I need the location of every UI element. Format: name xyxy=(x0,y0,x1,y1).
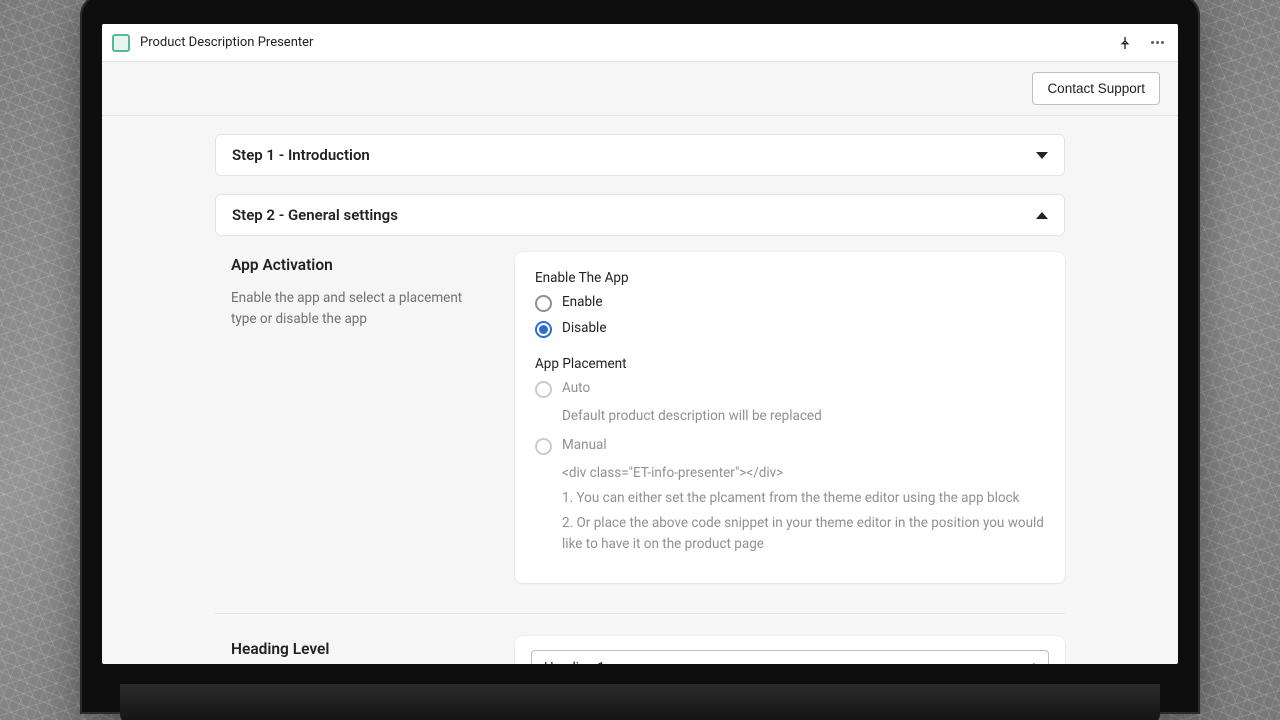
activation-description: Enable the app and select a placement ty… xyxy=(231,288,487,330)
placement-label: App Placement xyxy=(535,356,1045,372)
activation-title: App Activation xyxy=(231,256,487,274)
sub-header: Contact Support xyxy=(102,62,1178,116)
step1-accordion[interactable]: Step 1 - Introduction xyxy=(215,134,1065,176)
step1-label: Step 1 - Introduction xyxy=(232,146,370,164)
laptop-base xyxy=(120,684,1160,720)
auto-help-text: Default product description will be repl… xyxy=(562,406,1045,427)
manual-help-1: 1. You can either set the plcament from … xyxy=(562,488,1045,509)
radio-disable[interactable]: Disable xyxy=(535,320,1045,338)
app-screen: Product Description Presenter Contact Su… xyxy=(102,24,1178,664)
radio-enable[interactable]: Enable xyxy=(535,294,1045,312)
heading-level-section: Heading Level Choose a heading level to … xyxy=(215,636,1065,664)
enable-app-label: Enable The App xyxy=(535,270,1045,286)
radio-icon xyxy=(535,438,552,455)
step2-accordion[interactable]: Step 2 - General settings xyxy=(215,194,1065,236)
app-activation-section: App Activation Enable the app and select… xyxy=(215,252,1065,583)
radio-auto-label: Auto xyxy=(562,380,590,396)
select-caret-icon xyxy=(1030,663,1038,664)
select-value: Heading 1 xyxy=(544,660,605,664)
app-logo-icon xyxy=(112,34,130,52)
section-divider xyxy=(215,613,1065,614)
heading-level-title: Heading Level xyxy=(231,640,487,658)
chevron-up-icon xyxy=(1036,212,1048,219)
more-options-icon[interactable] xyxy=(1147,37,1168,48)
radio-manual-label: Manual xyxy=(562,437,607,453)
radio-enable-label: Enable xyxy=(562,294,603,310)
step2-label: Step 2 - General settings xyxy=(232,206,398,224)
heading-level-select[interactable]: Heading 1 xyxy=(531,650,1049,664)
content-scroll: Step 1 - Introduction Step 2 - General s… xyxy=(102,116,1178,664)
manual-code-snippet: <div class="ET-info-presenter"></div> xyxy=(562,463,1045,484)
radio-disable-label: Disable xyxy=(562,320,606,336)
pin-icon[interactable] xyxy=(1113,31,1137,55)
laptop-frame: Product Description Presenter Contact Su… xyxy=(80,0,1200,714)
app-header: Product Description Presenter xyxy=(102,24,1178,62)
radio-icon xyxy=(535,295,552,312)
manual-help-2: 2. Or place the above code snippet in yo… xyxy=(562,513,1045,555)
radio-icon xyxy=(535,321,552,338)
contact-support-button[interactable]: Contact Support xyxy=(1032,72,1160,105)
app-title: Product Description Presenter xyxy=(140,35,313,50)
radio-icon xyxy=(535,381,552,398)
radio-auto[interactable]: Auto xyxy=(535,380,1045,398)
radio-manual[interactable]: Manual xyxy=(535,437,1045,455)
chevron-down-icon xyxy=(1036,152,1048,159)
